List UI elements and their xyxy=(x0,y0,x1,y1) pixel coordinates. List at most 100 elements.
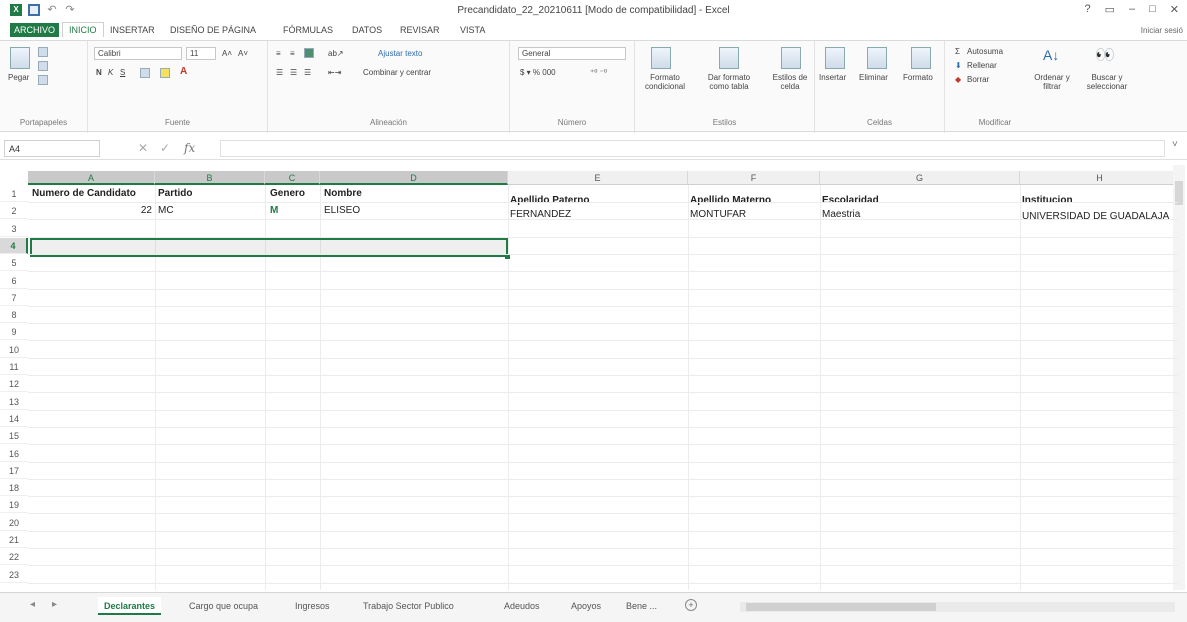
autosum-icon[interactable]: Σ xyxy=(955,47,960,56)
font-name-select[interactable]: Calibri xyxy=(94,47,182,60)
row-header-21[interactable]: 21 xyxy=(0,532,28,548)
tab-archivo[interactable]: ARCHIVO xyxy=(10,23,60,37)
sheet-tab-cargo[interactable]: Cargo que ocupa xyxy=(183,597,264,615)
align-center-icon[interactable]: ☰ xyxy=(290,68,297,77)
bold-button[interactable]: N xyxy=(96,68,102,77)
horizontal-scrollbar[interactable] xyxy=(740,602,1175,612)
delete-cells-icon[interactable] xyxy=(867,47,887,69)
cell-styles-button[interactable]: Estilos de celda xyxy=(765,73,815,91)
cell-f2[interactable]: MONTUFAR xyxy=(690,207,746,223)
prev-sheet-icon[interactable]: ◂ xyxy=(30,599,35,610)
column-header-c[interactable]: C xyxy=(265,171,320,185)
sort-filter-button[interactable]: Ordenar y filtrar xyxy=(1027,73,1077,91)
cell-c2[interactable]: M xyxy=(270,203,278,219)
tab-diseno-pagina[interactable]: DISEÑO DE PÁGINA xyxy=(170,25,256,35)
format-table-icon[interactable] xyxy=(719,47,739,69)
column-header-g[interactable]: G xyxy=(820,171,1020,185)
format-cells-button[interactable]: Formato xyxy=(903,73,933,82)
format-cells-icon[interactable] xyxy=(911,47,931,69)
row-header-22[interactable]: 22 xyxy=(0,549,28,565)
column-header-h[interactable]: H xyxy=(1020,171,1180,185)
column-header-e[interactable]: E xyxy=(508,171,688,185)
horizontal-scroll-thumb[interactable] xyxy=(746,603,936,611)
tab-vista[interactable]: VISTA xyxy=(460,25,485,35)
sheet-tab-trabajo[interactable]: Trabajo Sector Publico xyxy=(357,597,460,615)
border-icon[interactable] xyxy=(140,68,150,78)
next-sheet-icon[interactable]: ▸ xyxy=(52,599,57,610)
clear-button[interactable]: Borrar xyxy=(967,75,989,84)
sheet-tab-declarantes[interactable]: Declarantes xyxy=(98,597,162,615)
sort-filter-icon[interactable]: A↓ xyxy=(1043,47,1059,63)
row-header-9[interactable]: 9 xyxy=(0,324,28,340)
close-button[interactable]: ✕ xyxy=(1170,3,1179,16)
sheet-tab-ingresos[interactable]: Ingresos xyxy=(289,597,336,615)
row-header-12[interactable]: 12 xyxy=(0,376,28,392)
cell-styles-icon[interactable] xyxy=(781,47,801,69)
spreadsheet-grid[interactable]: A B C D E F G H Numero de Candidato Part… xyxy=(0,165,1187,590)
format-painter-icon[interactable] xyxy=(38,75,48,85)
grow-font-icon[interactable]: A˄ xyxy=(222,49,232,58)
cancel-icon[interactable]: ✕ xyxy=(138,141,148,155)
column-header-d[interactable]: D xyxy=(320,171,508,185)
shrink-font-icon[interactable]: A˅ xyxy=(238,49,248,58)
fill-color-icon[interactable] xyxy=(160,68,170,78)
row-header-3[interactable]: 3 xyxy=(0,221,28,237)
number-format-select[interactable]: General xyxy=(518,47,626,60)
cell-b1[interactable]: Partido xyxy=(158,186,192,202)
orientation-icon[interactable]: ab↗ xyxy=(328,49,344,58)
name-box[interactable]: A4 xyxy=(4,140,100,157)
column-header-f[interactable]: F xyxy=(688,171,820,185)
row-header-15[interactable]: 15 xyxy=(0,428,28,444)
font-size-select[interactable]: 11 xyxy=(186,47,216,60)
cell-a2[interactable]: 22 xyxy=(32,203,152,219)
ribbon-display-button[interactable]: ▭ xyxy=(1105,3,1115,16)
underline-button[interactable]: S xyxy=(120,68,125,77)
row-header-23[interactable]: 23 xyxy=(0,567,28,583)
tab-insertar[interactable]: INSERTAR xyxy=(110,25,155,35)
row-header-13[interactable]: 13 xyxy=(0,394,28,410)
cell-h2[interactable]: UNIVERSIDAD DE GUADALAJA xyxy=(1022,209,1172,225)
row-header-11[interactable]: 11 xyxy=(0,359,28,375)
column-header-a[interactable]: A xyxy=(28,171,155,185)
row-header-10[interactable]: 10 xyxy=(0,342,28,358)
conditional-format-icon[interactable] xyxy=(651,47,671,69)
row-header-6[interactable]: 6 xyxy=(0,273,28,289)
row-header-19[interactable]: 19 xyxy=(0,497,28,513)
row-header-7[interactable]: 7 xyxy=(0,290,28,306)
italic-button[interactable]: K xyxy=(108,68,113,77)
row-header-18[interactable]: 18 xyxy=(0,480,28,496)
sheet-tab-bene[interactable]: Bene ... xyxy=(620,597,663,615)
tab-inicio[interactable]: INICIO xyxy=(62,22,104,37)
row-header-20[interactable]: 20 xyxy=(0,515,28,531)
cell-d1[interactable]: Nombre xyxy=(324,186,362,202)
cell-d2[interactable]: ELISEO xyxy=(324,203,360,219)
currency-icon[interactable]: $ ▾ % 000 xyxy=(520,68,556,77)
cut-icon[interactable] xyxy=(38,47,48,57)
font-color-icon[interactable]: A xyxy=(180,66,187,77)
align-right-icon[interactable]: ☰ xyxy=(304,68,311,77)
cell-c1[interactable]: Genero xyxy=(270,186,305,202)
fill-icon[interactable]: ⬇ xyxy=(955,61,962,70)
format-table-button[interactable]: Dar formato como tabla xyxy=(697,73,761,91)
align-top-icon[interactable]: ≡ xyxy=(276,49,281,58)
align-middle-icon[interactable]: ≡ xyxy=(290,49,295,58)
binoculars-icon[interactable]: 👀 xyxy=(1095,45,1115,65)
maximize-button[interactable]: □ xyxy=(1149,3,1156,16)
sheet-tab-apoyos[interactable]: Apoyos xyxy=(565,597,607,615)
tab-formulas[interactable]: FÓRMULAS xyxy=(283,25,333,35)
row-header-14[interactable]: 14 xyxy=(0,411,28,427)
align-left-icon[interactable]: ☰ xyxy=(276,68,283,77)
align-bottom-icon[interactable] xyxy=(304,48,314,58)
clear-icon[interactable]: ◆ xyxy=(955,75,961,84)
cell-g2[interactable]: Maestria xyxy=(822,207,860,223)
insert-cells-button[interactable]: Insertar xyxy=(819,73,846,82)
conditional-format-button[interactable]: Formato condicional xyxy=(637,73,693,91)
paste-icon[interactable] xyxy=(10,47,30,69)
copy-icon[interactable] xyxy=(38,61,48,71)
row-header-1[interactable]: 1 xyxy=(0,186,28,202)
vertical-scrollbar[interactable] xyxy=(1173,165,1185,590)
signin-link[interactable]: Iniciar sesió xyxy=(1141,26,1183,35)
tab-datos[interactable]: DATOS xyxy=(352,25,382,35)
cell-b2[interactable]: MC xyxy=(158,203,174,219)
merge-center-button[interactable]: Combinar y centrar xyxy=(363,68,431,77)
